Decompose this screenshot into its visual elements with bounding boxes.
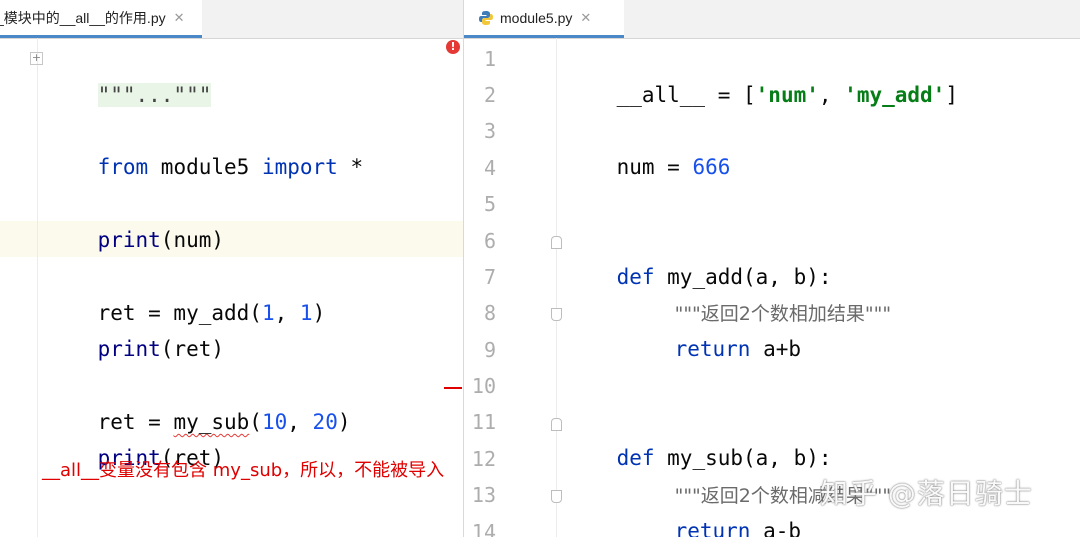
tab-label: _模块中的__all__的作用.py: [0, 10, 166, 26]
line-number: 14: [471, 520, 496, 537]
annotation-note: __all__变量没有包含 my_sub，所以，不能被导入: [42, 460, 445, 481]
print-args: (ret): [160, 337, 225, 361]
code-text: (: [249, 410, 262, 434]
left-tab-bar: _模块中的__all__的作用.py ✕: [0, 0, 463, 39]
code-text: ): [312, 301, 326, 325]
tab-module5[interactable]: module5.py ✕: [464, 0, 624, 38]
code-text: num =: [616, 155, 693, 179]
fold-collapse-icon[interactable]: [551, 236, 562, 249]
line-number: 5: [483, 192, 496, 216]
fold-end-icon[interactable]: [551, 308, 562, 321]
code-text: ,: [287, 410, 313, 434]
active-tab-indicator: [464, 35, 624, 38]
folded-docstring[interactable]: """...""": [97, 83, 212, 107]
fold-expand-icon[interactable]: +: [30, 52, 43, 65]
tab-module-all-demo[interactable]: _模块中的__all__的作用.py ✕: [0, 0, 202, 38]
print-call: print: [97, 337, 161, 361]
annotation-pointer: [444, 387, 462, 389]
code-line-return-sub[interactable]: return a-b: [624, 477, 801, 537]
error-icon[interactable]: !: [446, 40, 460, 54]
active-tab-indicator: [0, 35, 202, 38]
number-literal: 10: [261, 410, 288, 434]
code-line-return-add[interactable]: return a+b: [624, 295, 801, 361]
line-number: 8: [483, 301, 496, 325]
number-literal: 20: [312, 410, 338, 434]
code-line-all[interactable]: __all__ = ['num', 'my_add']: [566, 41, 958, 107]
string-literal: 'num': [755, 83, 819, 107]
line-number: 12: [471, 447, 496, 471]
import-star: *: [337, 155, 364, 179]
line-number: 6: [483, 229, 496, 253]
close-icon[interactable]: ✕: [174, 10, 185, 26]
code-line-doc-add[interactable]: """返回2个数相加结果""": [624, 259, 892, 325]
watermark: 知乎 @落日骑士: [820, 477, 1033, 510]
fold-collapse-icon[interactable]: [551, 418, 562, 431]
string-literal: 'my_add': [844, 83, 946, 107]
module-name: module5: [148, 155, 262, 179]
line-number: 2: [483, 83, 496, 107]
code-line-docstring[interactable]: """...""": [47, 41, 212, 107]
keyword-return: return: [674, 519, 751, 537]
code-line-ret-add[interactable]: ret = my_add(1, 1): [47, 259, 326, 325]
gutter-separator: [556, 38, 557, 537]
code-text: a-b: [750, 519, 802, 537]
keyword-import: import: [261, 155, 338, 179]
close-icon[interactable]: ✕: [580, 10, 591, 26]
code-line-num[interactable]: num = 666: [566, 113, 731, 179]
line-number: 10: [471, 374, 496, 398]
code-text: ): [337, 410, 351, 434]
python-file-icon: [479, 11, 493, 25]
line-number: 9: [483, 338, 496, 362]
code-line-ret-sub[interactable]: ret = my_sub(10, 20): [47, 368, 351, 434]
tab-label: module5.py: [500, 10, 573, 26]
number-literal: 1: [299, 301, 313, 325]
right-editor-pane: module5.py ✕ 1 2 3 4 5 6 7 8 9 10 11 12 …: [464, 0, 1080, 537]
code-line-def-sub[interactable]: def my_sub(a, b):: [566, 404, 832, 470]
code-text: ]: [945, 83, 958, 107]
code-line-print-num[interactable]: print(num): [47, 186, 224, 252]
number-literal: 1: [261, 301, 275, 325]
code-text: ,: [274, 301, 300, 325]
number-literal: 666: [692, 155, 731, 179]
print-args: (num): [160, 228, 225, 252]
line-number: 3: [483, 119, 496, 143]
fold-end-icon[interactable]: [551, 490, 562, 503]
line-number: 11: [471, 410, 496, 434]
code-line-def-add[interactable]: def my_add(a, b):: [566, 223, 832, 289]
print-call: print: [97, 228, 161, 252]
code-text: ,: [818, 83, 845, 107]
line-number: 1: [483, 47, 496, 71]
code-line-import[interactable]: from module5 import *: [47, 113, 364, 179]
line-number: 7: [483, 265, 496, 289]
line-number: 4: [483, 156, 496, 180]
code-text: a+b: [750, 337, 802, 361]
gutter-separator: [37, 38, 38, 537]
keyword-from: from: [97, 155, 149, 179]
code-text: __all__ = [: [616, 83, 756, 107]
code-line-print-ret-2[interactable]: print(ret): [47, 404, 224, 470]
keyword-return: return: [674, 337, 751, 361]
right-tab-bar: module5.py ✕: [464, 0, 1080, 39]
line-number: 13: [471, 483, 496, 507]
code-line-print-ret[interactable]: print(ret): [47, 295, 224, 361]
